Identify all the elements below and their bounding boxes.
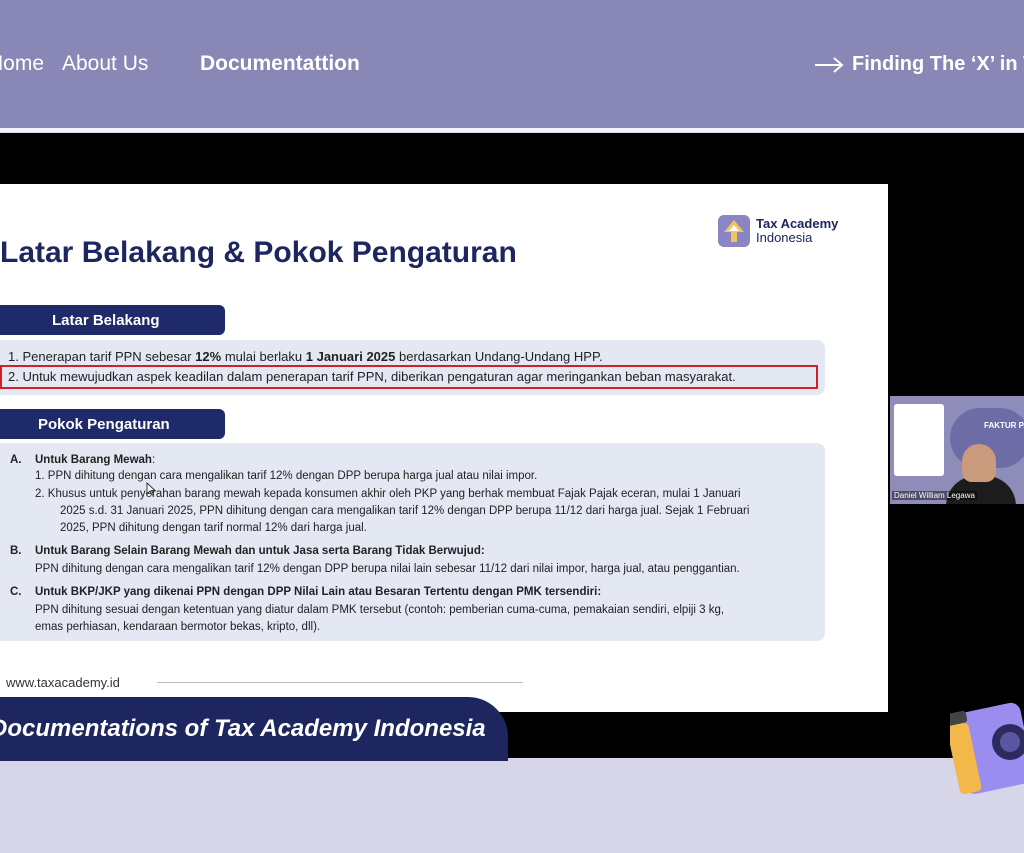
nav-about-link[interactable]: About Us — [62, 52, 148, 76]
item-a-title: Untuk Barang Mewah: — [35, 454, 156, 466]
nav-documentation-link[interactable]: Documentattion — [200, 52, 360, 76]
mouse-cursor-icon — [146, 482, 156, 496]
nav-cta-link[interactable]: Finding The ‘X’ in Tax — [814, 53, 1024, 76]
website-url: www.taxacademy.id — [6, 675, 120, 690]
arrow-right-icon — [815, 56, 844, 73]
section-latar-belakang: Latar Belakang — [0, 305, 225, 335]
item-b-label: B. — [10, 545, 22, 557]
nav-home-link[interactable]: Home — [0, 52, 44, 76]
video-frame: Latar Belakang & Pokok Pengaturan Tax Ac… — [0, 133, 1024, 758]
section-pokok-pengaturan: Pokok Pengaturan — [0, 409, 225, 439]
webcam-slide-panel — [894, 404, 944, 476]
top-divider — [0, 128, 1024, 132]
item-a2-line1: 2. Khusus untuk penyerahan barang mewah … — [35, 488, 741, 500]
item-c-title: Untuk BKP/JKP yang dikenai PPN dengan DP… — [35, 586, 602, 598]
logo-mark-icon — [718, 215, 750, 247]
item-a2-line3: 2025, PPN dihitung dengan tarif normal 1… — [60, 522, 367, 534]
footer-divider — [157, 682, 523, 683]
item-c-line2: emas perhiasan, kendaraan bermotor bekas… — [35, 621, 321, 633]
webcam-thumbnail[interactable]: FAKTUR PAJAK Daniel William Legawa — [890, 396, 1024, 504]
item-b-title: Untuk Barang Selain Barang Mewah dan unt… — [35, 545, 485, 557]
item-a-label: A. — [10, 454, 22, 466]
presentation-slide: Latar Belakang & Pokok Pengaturan Tax Ac… — [0, 184, 888, 712]
participant-name: Daniel William Legawa — [892, 491, 977, 500]
item-c-label: C. — [10, 586, 22, 598]
camera-icon — [950, 702, 1024, 795]
logo-line1: Tax Academy — [756, 216, 839, 231]
item-a1: 1. PPN dihitung dengan cara mengalikan t… — [35, 470, 538, 482]
slide-title: Latar Belakang & Pokok Pengaturan — [0, 236, 517, 269]
documentation-banner: Documentations of Tax Academy Indonesia — [0, 697, 508, 761]
logo-line2: Indonesia — [756, 230, 813, 245]
item-b-text: PPN dihitung dengan cara mengalikan tari… — [35, 563, 740, 575]
item-c-line1: PPN dihitung sesuai dengan ketentuan yan… — [35, 604, 725, 616]
tax-academy-logo: Tax Academy Indonesia — [718, 215, 838, 247]
presenter-avatar — [962, 444, 996, 482]
item-a2-line2: 2025 s.d. 31 Januari 2025, PPN dihitung … — [60, 505, 750, 517]
webcam-slide-title: FAKTUR PAJAK — [984, 421, 1024, 430]
top-nav: Home About Us Documentattion Finding The… — [0, 0, 1024, 130]
latar-item-1: 1. Penerapan tarif PPN sebesar 12% mulai… — [8, 349, 603, 364]
nav-cta-label: Finding The ‘X’ in Tax — [852, 53, 1024, 75]
highlight-box — [0, 365, 818, 389]
banner-title: Documentations of Tax Academy Indonesia — [0, 715, 486, 742]
